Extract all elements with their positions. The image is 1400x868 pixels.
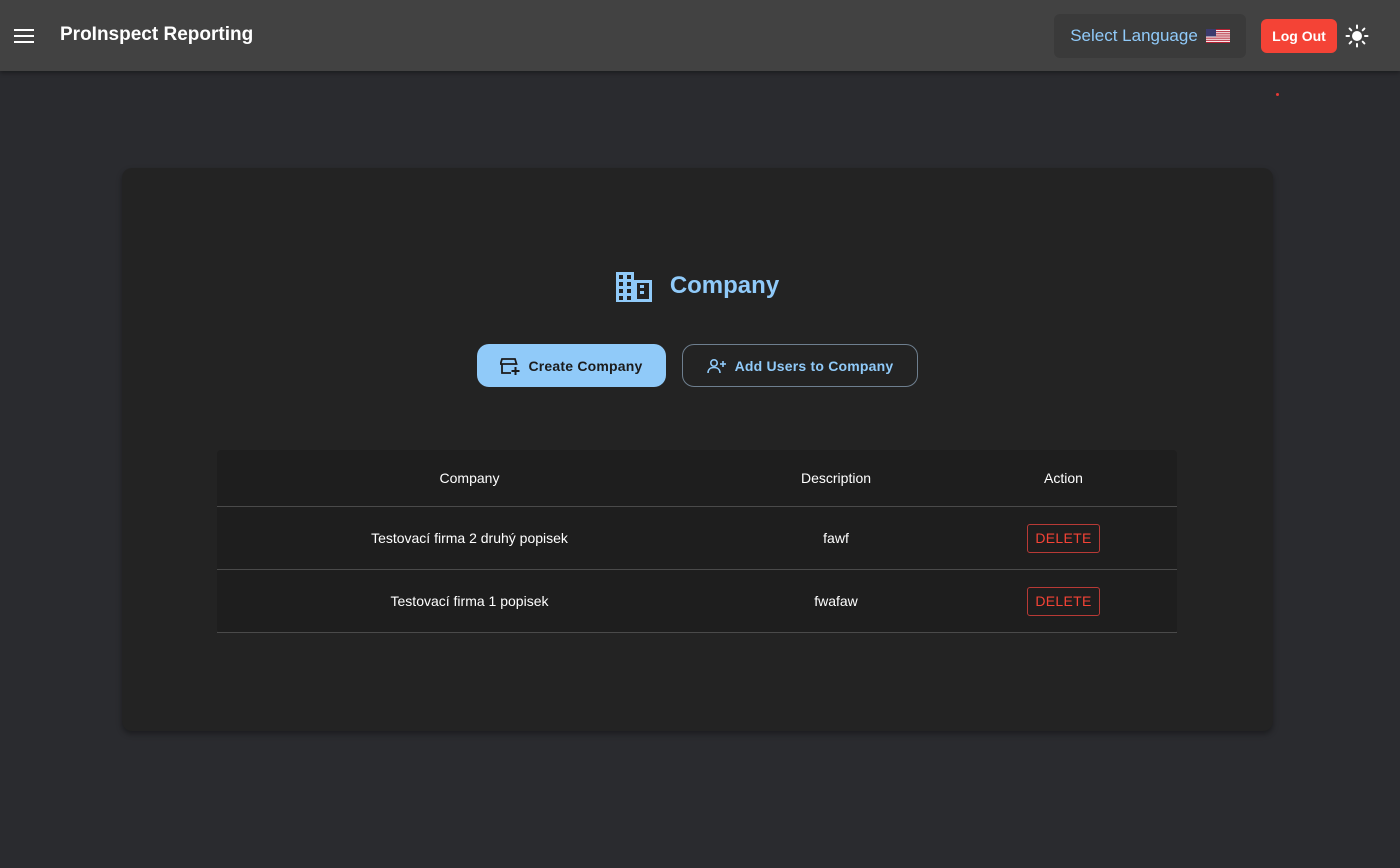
sun-icon[interactable] xyxy=(1345,24,1369,48)
create-company-label: Create Company xyxy=(528,357,643,374)
column-header-action: Action xyxy=(1044,470,1083,486)
person-add-icon xyxy=(706,358,726,373)
status-dot xyxy=(1276,93,1279,96)
app-title: ProInspect Reporting xyxy=(60,24,254,45)
logout-button[interactable]: Log Out xyxy=(1261,19,1337,53)
table-row: Testovací firma 2 druhý popisek fawf DEL… xyxy=(217,507,1177,570)
company-card: Company Create Company Add Users to Comp… xyxy=(122,168,1273,731)
company-table: Company Description Action Testovací fir… xyxy=(217,450,1177,633)
add-business-icon xyxy=(500,357,520,375)
add-users-label: Add Users to Company xyxy=(734,357,894,374)
delete-button[interactable]: DELETE xyxy=(1027,586,1100,616)
company-cell: Testovací firma 1 popisek xyxy=(390,593,549,609)
page-title: Company xyxy=(669,272,780,299)
action-cell: DELETE xyxy=(950,586,1177,616)
company-cell: Testovací firma 2 druhý popisek xyxy=(371,530,568,546)
select-language-button[interactable]: Select Language xyxy=(1054,14,1246,58)
add-users-to-company-button[interactable]: Add Users to Company xyxy=(682,344,918,387)
delete-button[interactable]: DELETE xyxy=(1027,523,1100,553)
description-cell: fawf xyxy=(823,530,849,546)
action-buttons: Create Company Add Users to Company xyxy=(122,344,1273,387)
page-heading: Company xyxy=(122,266,1273,306)
table-header-row: Company Description Action xyxy=(217,450,1177,507)
column-header-description: Description xyxy=(800,470,872,486)
table-row: Testovací firma 1 popisek fwafaw DELETE xyxy=(217,570,1177,633)
app-bar: ProInspect Reporting Select Language Log… xyxy=(0,0,1400,71)
menu-icon[interactable] xyxy=(12,24,36,48)
action-cell: DELETE xyxy=(950,523,1177,553)
column-header-company: Company xyxy=(439,470,500,486)
description-cell: fwafaw xyxy=(814,593,858,609)
select-language-label: Select Language xyxy=(1070,26,1198,45)
create-company-button[interactable]: Create Company xyxy=(477,344,666,387)
us-flag-icon xyxy=(1205,29,1230,43)
building-icon xyxy=(615,272,652,302)
